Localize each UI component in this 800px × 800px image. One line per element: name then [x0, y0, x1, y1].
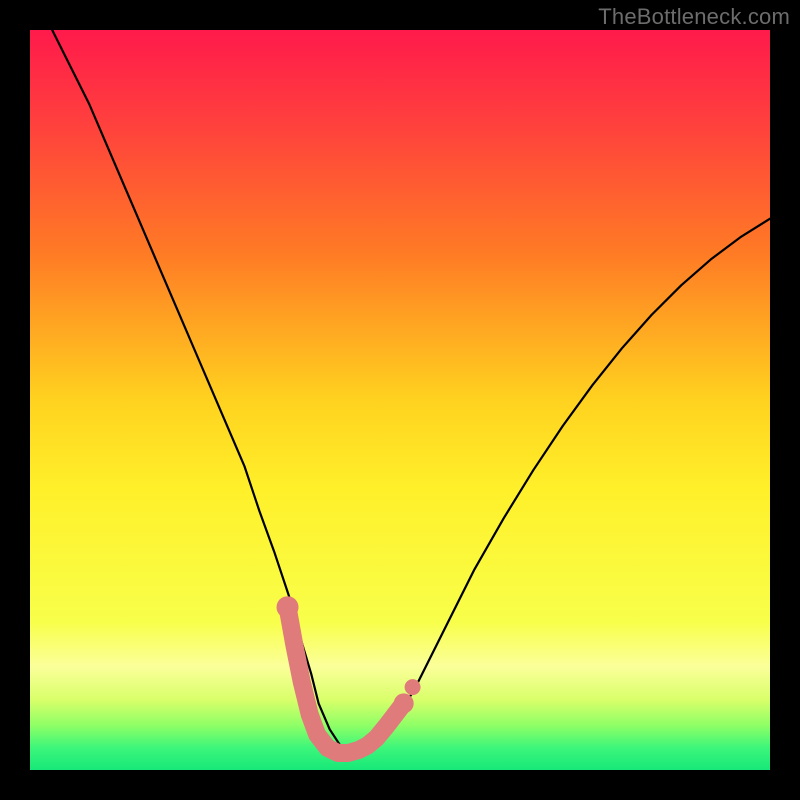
marker-cap: [394, 693, 414, 713]
marker-cap: [277, 596, 299, 618]
marker-cap: [405, 679, 421, 695]
plot-background: [30, 30, 770, 770]
watermark-text: TheBottleneck.com: [598, 4, 790, 30]
chart-frame: TheBottleneck.com: [0, 0, 800, 800]
bottleneck-chart: [0, 0, 800, 800]
